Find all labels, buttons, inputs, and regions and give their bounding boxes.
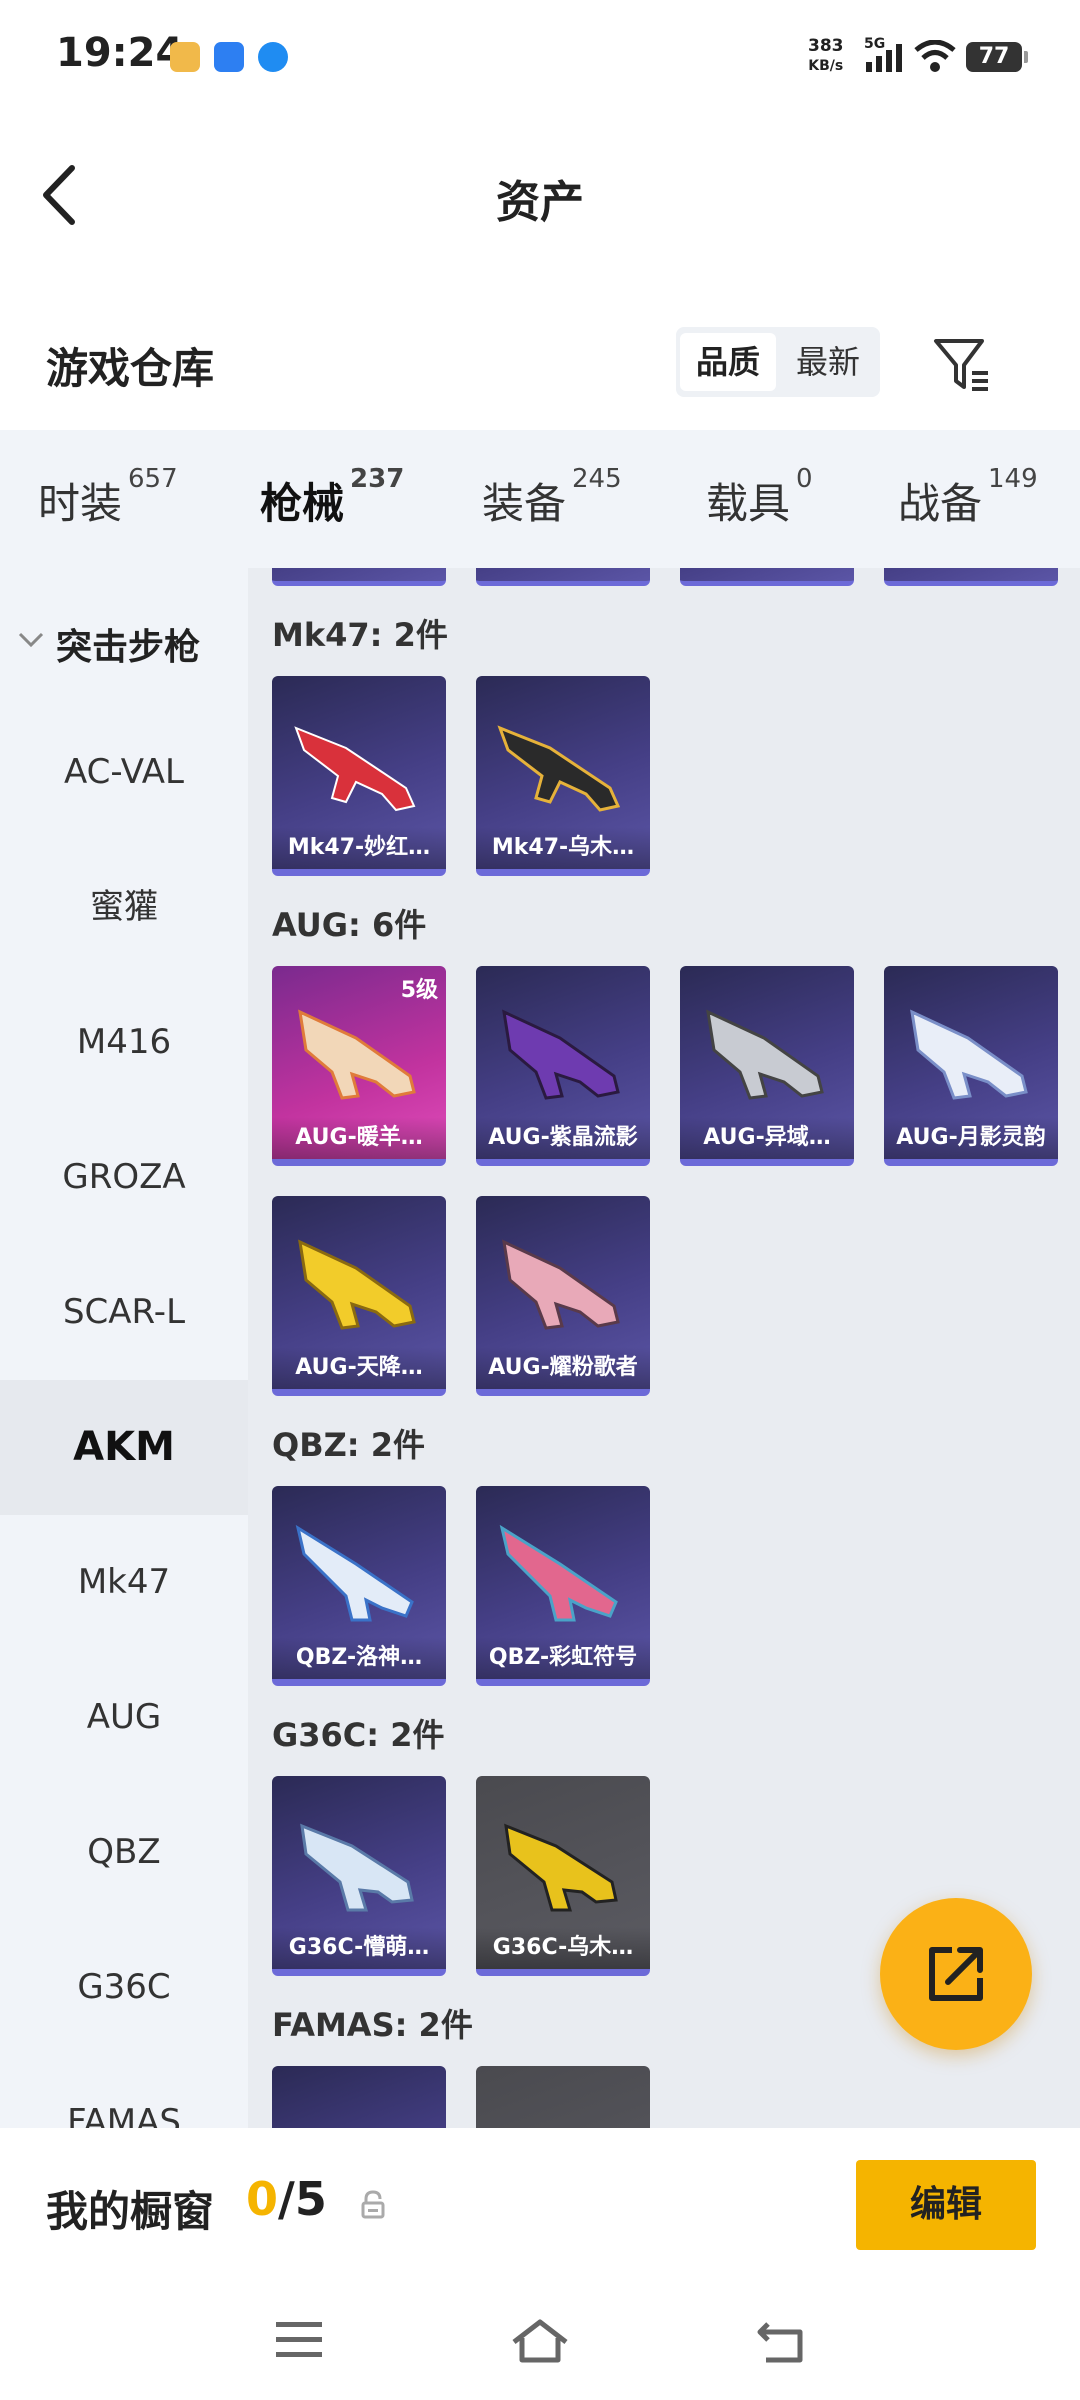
edit-button[interactable]: 编辑 (856, 2160, 1036, 2250)
clock: 19:24 (56, 30, 184, 76)
weapon-card[interactable]: AUG-月影灵韵 (884, 966, 1058, 1166)
sidebar-item-m416[interactable]: M416 (0, 975, 248, 1110)
sidebar-item-groza[interactable]: GROZA (0, 1110, 248, 1245)
sidebar-item-qbz[interactable]: QBZ (0, 1785, 248, 1920)
menu-icon[interactable] (274, 2318, 324, 2362)
group-title-g36c: G36C: 2件 (272, 1716, 445, 1754)
rifle-skin-image (298, 1239, 416, 1330)
group-title-aug: AUG: 6件 (272, 906, 427, 944)
weapon-card[interactable] (476, 2066, 650, 2128)
weapon-card[interactable] (272, 2066, 446, 2128)
rifle-skin-image (295, 1524, 414, 1622)
weapon-card[interactable]: AUG-紫晶流影 (476, 966, 650, 1166)
sort-quality-button[interactable]: 品质 (680, 333, 776, 391)
weapon-card[interactable]: Mk47-妙红… (272, 676, 446, 876)
previous-group-card[interactable] (884, 568, 1058, 586)
battery-indicator: 77 (966, 42, 1028, 72)
sidebar-item-mk47[interactable]: Mk47 (0, 1515, 248, 1650)
weapon-card[interactable]: QBZ-彩虹符号 (476, 1486, 650, 1686)
chevron-down-icon (18, 632, 44, 648)
showcase-label: 我的橱窗 (46, 2187, 215, 2236)
rifle-skin-image (502, 1239, 620, 1330)
sidebar-item-aug[interactable]: AUG (0, 1650, 248, 1785)
weapon-card[interactable]: Mk47-乌木… (476, 676, 650, 876)
filter-icon[interactable] (932, 335, 992, 395)
sidebar-item-akm[interactable]: AKM (0, 1380, 248, 1515)
back-nav-icon[interactable] (756, 2318, 806, 2364)
weapon-card[interactable]: 5级 AUG-暖羊… (272, 966, 446, 1166)
signal-icon: 5G (864, 36, 902, 72)
group-title-qbz: QBZ: 2件 (272, 1426, 426, 1464)
notification-icon-app2 (214, 42, 244, 72)
svg-text:5G: 5G (864, 36, 885, 52)
status-bar: 19:24 383 KB/s 5G 77 (0, 0, 1080, 110)
previous-group-card[interactable] (476, 568, 650, 586)
rifle-skin-image (298, 1009, 416, 1100)
weapon-card[interactable]: AUG-天降… (272, 1196, 446, 1396)
rifle-skin-image (497, 725, 621, 812)
rifle-skin-image (502, 1009, 620, 1100)
group-title-mk47: Mk47: 2件 (272, 616, 448, 654)
rifle-skin-image (294, 726, 416, 812)
tab-guns[interactable]: 枪械 237 (260, 464, 404, 584)
showcase-count: 0/5 (246, 2172, 327, 2226)
share-icon (929, 1947, 983, 2001)
sidebar-item-g36c[interactable]: G36C (0, 1920, 248, 2055)
rifle-skin-image (706, 1009, 824, 1100)
previous-group-card[interactable] (272, 568, 446, 586)
sidebar-item-honey-badger[interactable]: 蜜獾 (0, 840, 248, 975)
weapon-card[interactable]: QBZ-洛神… (272, 1486, 446, 1686)
sort-toggle: 品质 最新 (676, 327, 880, 397)
tab-gear[interactable]: 战备 149 (898, 464, 1038, 540)
rifle-skin-image (910, 1009, 1028, 1100)
previous-group-card[interactable] (680, 568, 854, 586)
warehouse-label: 游戏仓库 (46, 344, 215, 393)
rifle-skin-image (499, 1524, 618, 1622)
sidebar-item-famas[interactable]: FAMAS (0, 2055, 248, 2128)
weapon-grid: Mk47: 2件 Mk47-妙红… Mk47-乌木… AUG: 6件 5级 AU… (248, 568, 1080, 2128)
tab-vehicles[interactable]: 载具 0 (706, 464, 813, 540)
lock-icon (361, 2190, 385, 2219)
weapon-card[interactable]: G36C-懵萌… (272, 1776, 446, 1976)
net-speed: 383 KB/s (808, 36, 844, 74)
weapon-sidebar: 突击步枪 AC-VAL 蜜獾 M416 GROZA SCAR-L AKM Mk4… (0, 568, 248, 2128)
tab-equipment[interactable]: 装备 245 (482, 464, 622, 540)
share-fab-button[interactable] (880, 1898, 1032, 2050)
page-header: 资产 (0, 110, 1080, 280)
rifle-skin-image (504, 1823, 618, 1912)
sidebar-item-scar-l[interactable]: SCAR-L (0, 1245, 248, 1380)
sidebar-category-header[interactable]: 突击步枪 (0, 588, 248, 688)
rifle-skin-image (300, 1823, 414, 1912)
group-title-famas: FAMAS: 2件 (272, 2006, 473, 2044)
category-tabs: 时装 657 枪械 237 装备 245 载具 0 战备 149 (0, 430, 1080, 584)
home-icon[interactable] (510, 2318, 570, 2364)
system-nav-bar (0, 2290, 1080, 2400)
notification-icon-app3 (258, 42, 288, 72)
sidebar-item-ac-val[interactable]: AC-VAL (0, 705, 248, 840)
weapon-card[interactable]: AUG-异域… (680, 966, 854, 1166)
weapon-card[interactable]: G36C-乌木… (476, 1776, 650, 1976)
tab-fashion[interactable]: 时装 657 (38, 464, 178, 540)
wifi-icon (914, 40, 956, 72)
warehouse-row: 游戏仓库 品质 最新 (0, 315, 1080, 415)
notification-icon-app1 (170, 42, 200, 72)
weapon-card[interactable]: AUG-耀粉歌者 (476, 1196, 650, 1396)
app-root: { "status_bar": {"time": "19:24", "net_s… (0, 0, 1080, 2400)
sort-newest-button[interactable]: 最新 (780, 333, 876, 391)
page-title: 资产 (496, 177, 584, 228)
